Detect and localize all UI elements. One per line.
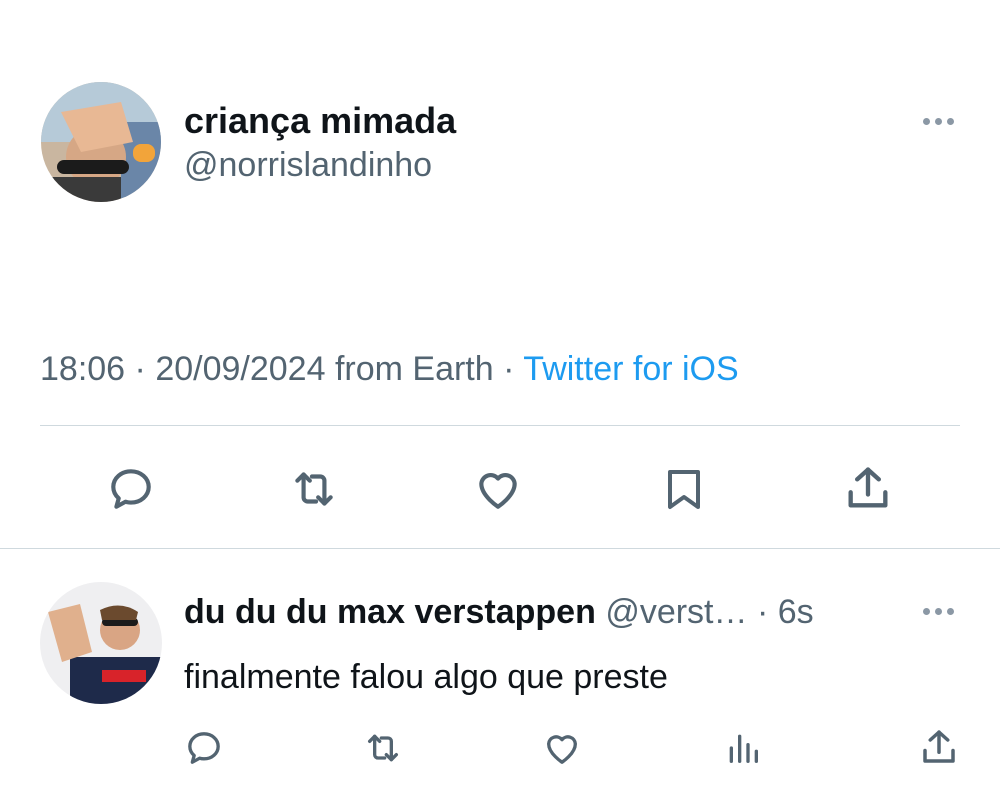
reply-more-button[interactable]: [923, 608, 954, 615]
reply-header: du du du max verstappen @verst… · 6s: [184, 591, 814, 633]
reply-handle[interactable]: @verst…: [605, 593, 747, 631]
reply-display-name[interactable]: du du du max verstappen: [184, 593, 596, 631]
more-dot: [947, 608, 954, 615]
main-tweet-divider: [40, 425, 960, 426]
like-icon[interactable]: [472, 464, 524, 514]
avatar-photo: [41, 82, 161, 202]
reply-time[interactable]: 6s: [778, 593, 814, 631]
meta-separator: ·: [134, 350, 146, 388]
reply-icon[interactable]: [106, 464, 156, 514]
reply-avatar[interactable]: [40, 582, 162, 704]
more-dot: [923, 118, 930, 125]
retweet-icon[interactable]: [360, 728, 406, 768]
avatar-photo: [40, 582, 162, 704]
bookmark-icon[interactable]: [660, 464, 708, 514]
views-icon[interactable]: [723, 728, 763, 768]
tweet-date[interactable]: 20/09/2024: [155, 350, 325, 388]
more-dot: [935, 608, 942, 615]
reply-separator: ·: [756, 593, 769, 631]
tweet-location: from Earth: [334, 350, 494, 388]
more-dot: [947, 118, 954, 125]
main-tweet-more-button[interactable]: [923, 118, 954, 125]
like-icon[interactable]: [541, 728, 583, 768]
meta-separator: ·: [503, 350, 515, 388]
more-dot: [935, 118, 942, 125]
more-dot: [923, 608, 930, 615]
reply-text: finalmente falou algo que preste: [184, 658, 668, 696]
main-tweet-avatar[interactable]: [41, 82, 161, 202]
tweet-time[interactable]: 18:06: [40, 350, 125, 388]
main-tweet-display-name[interactable]: criança mimada: [184, 100, 456, 142]
reply-icon[interactable]: [184, 728, 224, 768]
share-icon[interactable]: [842, 462, 894, 514]
tweet-client-link[interactable]: Twitter for iOS: [523, 350, 738, 388]
share-icon[interactable]: [918, 726, 960, 768]
section-divider: [0, 548, 1000, 549]
main-tweet-handle[interactable]: @norrislandinho: [184, 145, 432, 185]
main-tweet-metadata: 18:06 · 20/09/2024 from Earth · Twitter …: [40, 348, 739, 390]
retweet-icon[interactable]: [286, 464, 342, 514]
